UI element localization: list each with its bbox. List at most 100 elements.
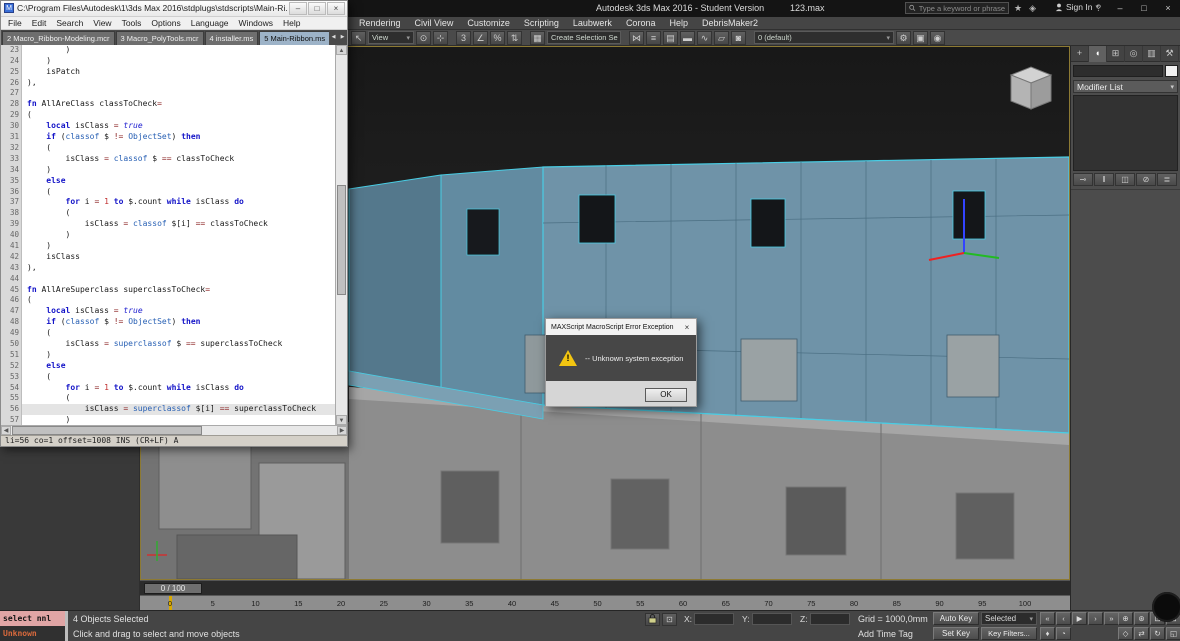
horizontal-scroll-thumb[interactable] (12, 426, 202, 435)
y-coordinate-input[interactable] (752, 613, 792, 625)
go-to-end-button[interactable]: » (1104, 612, 1119, 625)
layer-manager-icon[interactable]: ▤ (663, 31, 678, 45)
motion-tab[interactable]: ◎ (1125, 46, 1143, 62)
editor-menu-options[interactable]: Options (146, 17, 185, 29)
track-bar[interactable]: 0510152025303540455055606570758085909510… (140, 595, 1070, 610)
code-line[interactable]: 26), (1, 78, 335, 89)
select-object-icon[interactable]: ↖ (351, 31, 366, 45)
code-line[interactable]: 32 ( (1, 143, 335, 154)
scroll-left-icon[interactable]: ◀ (1, 426, 11, 435)
utilities-tab[interactable]: ⚒ (1161, 46, 1179, 62)
code-line[interactable]: 34 ) (1, 165, 335, 176)
scroll-right-icon[interactable]: ▶ (337, 426, 347, 435)
add-time-tag[interactable]: Add Time Tag (858, 629, 913, 639)
code-line[interactable]: 57 ) (1, 415, 335, 425)
code-line[interactable]: 51 ) (1, 350, 335, 361)
select-and-manipulate-icon[interactable]: ⊹ (433, 31, 448, 45)
curve-editor-icon[interactable]: ∿ (697, 31, 712, 45)
previous-frame-button[interactable]: ‹ (1056, 612, 1071, 625)
maximize-viewport-icon[interactable]: ◱ (1166, 627, 1180, 640)
favorites-star-icon[interactable]: ★ (1014, 2, 1022, 15)
render-preset-dropdown[interactable]: 0 (default)▾ (754, 31, 894, 44)
editor-menu-windows[interactable]: Windows (234, 17, 278, 29)
editor-tab-2-macro-ribbon-modeling-mcr[interactable]: 2 Macro_Ribbon-Modeling.mcr (2, 31, 115, 45)
mirror-icon[interactable]: ⋈ (629, 31, 644, 45)
scroll-down-icon[interactable]: ▼ (336, 415, 347, 425)
code-line[interactable]: 52 else (1, 361, 335, 372)
absolute-mode-toggle[interactable]: ⊡ (662, 613, 677, 626)
remove-modifier-button[interactable]: ⊘ (1136, 173, 1156, 186)
object-name-field[interactable] (1073, 65, 1163, 77)
editor-horizontal-scrollbar[interactable]: ◀ ▶ (1, 425, 347, 435)
spinner-snap-icon[interactable]: ⇅ (507, 31, 522, 45)
angle-snap-icon[interactable]: ∠ (473, 31, 488, 45)
code-line[interactable]: 37 for i = 1 to $.count while isClass do (1, 197, 335, 208)
code-line[interactable]: 54 for i = 1 to $.count while isClass do (1, 383, 335, 394)
code-line[interactable]: 30 local isClass = true (1, 121, 335, 132)
edit-named-selections-icon[interactable]: ▦ (530, 31, 545, 45)
show-end-result-button[interactable]: ‖ (1094, 173, 1114, 186)
field-of-view-icon[interactable]: ◇ (1118, 627, 1133, 640)
snaps-toggle-icon[interactable]: 3 (456, 31, 471, 45)
editor-titlebar[interactable]: M C:\Program Files\Autodesk\1\3ds Max 20… (1, 1, 347, 17)
pan-icon[interactable]: ⇄ (1134, 627, 1149, 640)
menu-item-scripting[interactable]: Scripting (517, 17, 566, 29)
menu-item-corona[interactable]: Corona (619, 17, 663, 29)
scroll-up-icon[interactable]: ▲ (336, 45, 347, 55)
code-line[interactable]: 45fn AllAreSuperclass superclassToCheck= (1, 285, 335, 296)
editor-menu-file[interactable]: File (3, 17, 27, 29)
code-line[interactable]: 38 ( (1, 208, 335, 219)
time-configuration-button[interactable]: ◔ (1056, 627, 1071, 640)
editor-menu-search[interactable]: Search (51, 17, 88, 29)
code-line[interactable]: 47 local isClass = true (1, 306, 335, 317)
code-line[interactable]: 23 ) (1, 45, 335, 56)
tab-scroll-left-icon[interactable]: ◀ (329, 30, 338, 45)
time-slider[interactable]: 0 / 100 (140, 580, 1070, 595)
ribbon-toggle-icon[interactable]: ▬ (680, 31, 695, 45)
modify-tab[interactable]: ◖ (1089, 46, 1107, 62)
code-line[interactable]: 55 ( (1, 393, 335, 404)
code-line[interactable]: 56 isClass = superclassof $[i] == superc… (1, 404, 335, 415)
code-line[interactable]: 44 (1, 274, 335, 285)
use-pivot-point-icon[interactable]: ⊙ (416, 31, 431, 45)
object-color-swatch[interactable] (1165, 65, 1178, 77)
menu-item-customize[interactable]: Customize (460, 17, 517, 29)
create-tab[interactable]: + (1071, 46, 1089, 62)
editor-close-button[interactable]: × (327, 2, 345, 15)
editor-tab-3-macro-polytools-mcr[interactable]: 3 Macro_PolyTools.mcr (116, 31, 204, 45)
code-line[interactable]: 25 isPatch (1, 67, 335, 78)
percent-snap-icon[interactable]: % (490, 31, 505, 45)
set-key-button[interactable]: Set Key (933, 627, 979, 640)
code-line[interactable]: 50 isClass = superclassof $ == superclas… (1, 339, 335, 350)
configure-modifier-sets-button[interactable]: ≣ (1157, 173, 1177, 186)
help-icon[interactable]: ? (1096, 3, 1101, 13)
x-coordinate-input[interactable] (694, 613, 734, 625)
render-setup-icon[interactable]: ⚙ (896, 31, 911, 45)
window-minimize-button[interactable]: – (1108, 0, 1132, 17)
window-close-button[interactable]: × (1156, 0, 1180, 17)
auto-key-button[interactable]: Auto Key (933, 612, 979, 625)
material-editor-icon[interactable]: ◙ (731, 31, 746, 45)
editor-menu-view[interactable]: View (88, 17, 116, 29)
code-line[interactable]: 27 (1, 88, 335, 99)
next-frame-button[interactable]: › (1088, 612, 1103, 625)
code-line[interactable]: 53 ( (1, 372, 335, 383)
rendered-frame-window-icon[interactable]: ▣ (913, 31, 928, 45)
selection-lock-toggle[interactable] (645, 613, 660, 626)
modifier-stack[interactable] (1073, 95, 1178, 171)
editor-menu-tools[interactable]: Tools (117, 17, 147, 29)
mini-listener-pane[interactable]: Unknown (0, 626, 65, 641)
go-to-start-button[interactable]: « (1040, 612, 1055, 625)
macro-recorder-pane[interactable]: select nnl (0, 611, 65, 626)
dialog-close-icon[interactable]: × (681, 323, 693, 332)
code-line[interactable]: 29( (1, 110, 335, 121)
listener-splitter[interactable] (65, 611, 68, 641)
tab-scroll-right-icon[interactable]: ▶ (338, 30, 347, 45)
pin-stack-button[interactable]: ⊸ (1073, 173, 1093, 186)
key-mode-toggle-button[interactable]: ♦ (1040, 627, 1055, 640)
align-icon[interactable]: ≡ (646, 31, 661, 45)
modifier-list-dropdown[interactable]: Modifier List ▾ (1073, 80, 1178, 93)
time-slider-handle[interactable]: 0 / 100 (144, 583, 202, 594)
reference-coordinate-dropdown[interactable]: View▾ (368, 31, 414, 44)
code-line[interactable]: 46( (1, 295, 335, 306)
